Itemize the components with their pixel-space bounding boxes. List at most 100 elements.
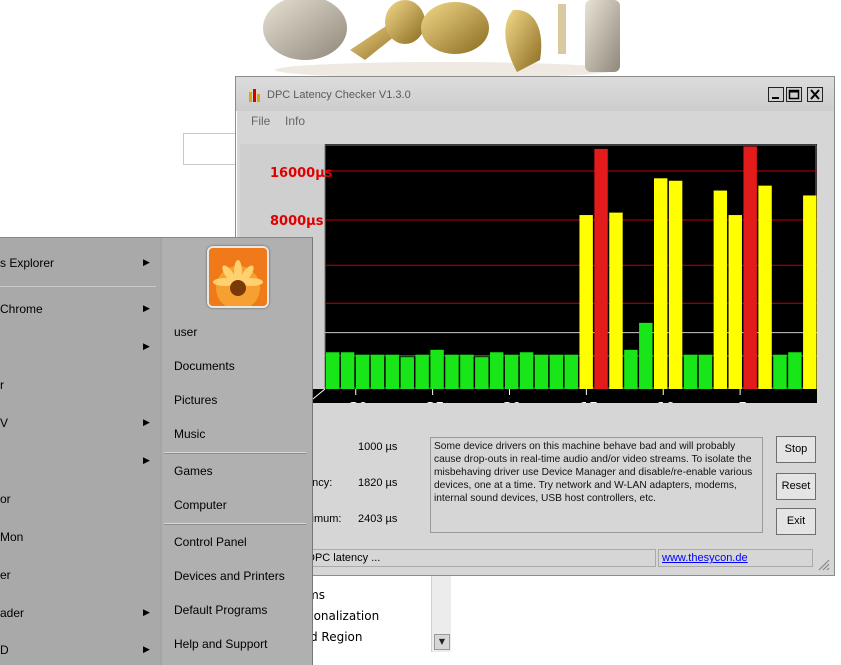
- latency-bar: [519, 352, 534, 389]
- program-item[interactable]: or: [0, 492, 11, 506]
- maximize-icon: [788, 89, 800, 100]
- menu-info[interactable]: Info: [285, 114, 305, 128]
- chart-plot-area: [325, 144, 817, 389]
- control-panel-list: tems ersonalization and Region: [290, 574, 451, 652]
- latency-bar: [683, 354, 698, 389]
- latency-bar: [668, 180, 683, 389]
- program-item[interactable]: ader: [0, 606, 24, 620]
- program-item[interactable]: r: [0, 378, 4, 392]
- app-icon: [249, 89, 260, 102]
- program-item[interactable]: D: [0, 643, 9, 657]
- menu-separator: [0, 286, 156, 287]
- latency-bar: [430, 349, 444, 389]
- start-programs-list: s Explorer ▶ Chrome ▶ ▶ r V ▶ ▶ or Mon e…: [0, 238, 160, 665]
- x-tick-label: -25: [421, 401, 445, 403]
- stop-button[interactable]: Stop: [776, 436, 816, 463]
- latency-bar: [460, 354, 474, 389]
- minimize-icon: [772, 97, 779, 99]
- minimize-button[interactable]: [768, 87, 784, 102]
- x-tick-label: -5: [733, 401, 747, 403]
- start-link-games[interactable]: Games: [174, 464, 213, 478]
- header-banner-image: [263, 0, 620, 78]
- start-link-computer[interactable]: Computer: [174, 498, 227, 512]
- info-message: Some device drivers on this machine beha…: [430, 437, 763, 533]
- user-avatar[interactable]: [207, 246, 269, 308]
- latency-bar: [579, 215, 593, 389]
- latency-bar: [698, 354, 713, 389]
- latency-bar: [445, 354, 459, 389]
- menu-file[interactable]: File: [251, 114, 270, 128]
- close-icon: [810, 89, 820, 100]
- submenu-arrow-icon: ▶: [143, 645, 150, 655]
- website-link[interactable]: www.thesycon.de: [658, 549, 813, 567]
- start-link-user[interactable]: user: [174, 325, 197, 339]
- maximize-button[interactable]: [786, 87, 802, 102]
- program-item[interactable]: V: [0, 416, 8, 430]
- latency-bar: [490, 352, 504, 389]
- latency-bar: [594, 148, 608, 389]
- title-bar[interactable]: DPC Latency Checker V1.3.0: [236, 77, 834, 111]
- latency-bar: [639, 322, 653, 389]
- start-link-music[interactable]: Music: [174, 427, 205, 441]
- latency-bar: [326, 352, 340, 389]
- program-item[interactable]: s Explorer: [0, 256, 54, 270]
- latency-bar: [355, 354, 370, 389]
- y-tick-label-16000: 16000µs: [270, 166, 333, 181]
- latency-bar: [534, 354, 549, 389]
- close-button[interactable]: [807, 87, 823, 102]
- reset-button[interactable]: Reset: [776, 473, 816, 500]
- menu-separator: [164, 452, 306, 454]
- resize-grip-icon[interactable]: [816, 557, 830, 571]
- flower-avatar-icon: [209, 248, 267, 306]
- latency-bar: [609, 212, 623, 389]
- y-tick-label-8000: 8000µs: [270, 214, 324, 229]
- window-title: DPC Latency Checker V1.3.0: [267, 89, 411, 101]
- status-bar: DPC latency ... www.thesycon.de: [236, 547, 834, 569]
- latency-chart: -30-25-20-15-10-5 16000µs 8000µs s: [240, 144, 817, 403]
- menu-bar: File Info: [236, 111, 834, 131]
- latency-bar: [803, 195, 817, 389]
- latency-bar: [743, 146, 757, 389]
- latency-bar: [713, 190, 728, 389]
- exit-button[interactable]: Exit: [776, 508, 816, 535]
- latency-bar: [758, 185, 772, 389]
- start-link-help-support[interactable]: Help and Support: [174, 637, 267, 651]
- latency-bar: [415, 354, 429, 389]
- submenu-arrow-icon: ▶: [143, 456, 150, 466]
- latency-bar: [475, 357, 489, 389]
- dpc-latency-window: DPC Latency Checker V1.3.0 File Info -30…: [235, 76, 835, 576]
- program-item[interactable]: Chrome: [0, 302, 43, 316]
- start-link-documents[interactable]: Documents: [174, 359, 235, 373]
- list-scrollbar[interactable]: ▼: [431, 574, 451, 652]
- latency-bar: [624, 349, 638, 389]
- program-item[interactable]: Mon: [0, 530, 23, 544]
- latency-bar: [340, 352, 355, 389]
- menu-separator: [164, 523, 306, 525]
- search-box[interactable]: [183, 133, 240, 165]
- chart-x-ticks: -30 -25 -20 -15 -10 -5: [307, 388, 817, 403]
- latency-bar: [654, 178, 668, 389]
- scroll-down-arrow[interactable]: ▼: [434, 634, 450, 650]
- program-item[interactable]: er: [0, 568, 11, 582]
- submenu-arrow-icon: ▶: [143, 608, 150, 618]
- start-link-control-panel[interactable]: Control Panel: [174, 535, 247, 549]
- start-link-pictures[interactable]: Pictures: [174, 393, 217, 407]
- x-tick-label: -15: [575, 401, 599, 403]
- stat-value: 1820 µs: [358, 477, 398, 489]
- stat-value: 2403 µs: [358, 513, 398, 525]
- submenu-arrow-icon: ▶: [143, 342, 150, 352]
- latency-bar: [788, 352, 802, 389]
- start-right-pane: user Documents Pictures Music Games Comp…: [162, 238, 312, 665]
- submenu-arrow-icon: ▶: [143, 418, 150, 428]
- submenu-arrow-icon: ▶: [143, 304, 150, 314]
- latency-bar: [370, 354, 385, 389]
- stat-value: 1000 µs: [358, 441, 398, 453]
- x-tick-label: -30: [344, 401, 368, 403]
- x-tick-label: -10: [652, 401, 676, 403]
- latency-bar: [728, 215, 742, 389]
- submenu-arrow-icon: ▶: [143, 258, 150, 268]
- start-link-devices-printers[interactable]: Devices and Printers: [174, 569, 285, 583]
- start-menu: s Explorer ▶ Chrome ▶ ▶ r V ▶ ▶ or Mon e…: [0, 237, 313, 665]
- latency-bar: [773, 354, 787, 389]
- start-link-default-programs[interactable]: Default Programs: [174, 603, 267, 617]
